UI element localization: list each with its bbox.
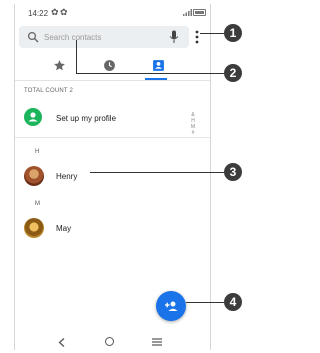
contact-name-henry[interactable]: Henry (56, 172, 77, 181)
callout-line (90, 172, 224, 173)
add-person-icon (165, 301, 178, 311)
callout-badge: 4 (224, 293, 242, 311)
contact-avatar-may[interactable] (24, 218, 44, 238)
tab-favorites[interactable] (40, 52, 80, 80)
back-icon[interactable] (58, 338, 66, 347)
section-header: M (35, 201, 40, 207)
section-header: H (35, 149, 40, 155)
callout-badge: 2 (224, 64, 242, 82)
signal-icon (183, 9, 192, 16)
add-contact-button[interactable] (156, 291, 186, 321)
callout-line (76, 73, 224, 74)
tab-recent[interactable] (90, 52, 130, 80)
search-bar[interactable] (19, 26, 189, 48)
phone-screen: 14:22 ✿ ✿ Search contacts TOTAL COUNT 2 … (14, 4, 211, 350)
search-input[interactable] (44, 29, 164, 45)
contact-name-may[interactable]: May (56, 224, 71, 233)
clock-icon (104, 60, 115, 71)
search-icon (27, 31, 39, 43)
tab-bar (15, 52, 210, 80)
navigation-bar (15, 334, 210, 350)
contact-avatar-henry[interactable] (24, 166, 44, 186)
callout-badge: 1 (224, 24, 242, 42)
person-icon (28, 112, 38, 122)
total-count-label: TOTAL COUNT 2 (24, 88, 74, 94)
star-icon (54, 60, 65, 71)
alphabet-index[interactable]: & H M # (189, 112, 197, 136)
profile-avatar[interactable] (24, 108, 42, 126)
callout-line (200, 33, 224, 34)
tabs-divider (15, 80, 210, 81)
contact-card-icon (153, 60, 164, 71)
callout-line (76, 40, 77, 73)
index-letter[interactable]: # (189, 130, 197, 136)
divider (15, 137, 210, 138)
battery-icon (193, 9, 206, 16)
status-bar: 14:22 ✿ ✿ (15, 4, 210, 22)
setup-profile-item[interactable]: Set up my profile (56, 114, 116, 123)
gear-icon: ✿ (60, 7, 68, 17)
page: 14:22 ✿ ✿ Search contacts TOTAL COUNT 2 … (0, 0, 243, 353)
recents-icon[interactable] (152, 338, 162, 346)
home-icon[interactable] (105, 337, 114, 346)
callout-badge: 3 (224, 163, 242, 181)
more-options-icon[interactable] (194, 29, 200, 45)
mic-icon[interactable] (169, 30, 179, 44)
status-time: 14:22 (28, 9, 49, 18)
callout-line (186, 302, 224, 303)
tab-contacts[interactable] (139, 52, 179, 80)
gear-icon: ✿ (51, 7, 59, 17)
